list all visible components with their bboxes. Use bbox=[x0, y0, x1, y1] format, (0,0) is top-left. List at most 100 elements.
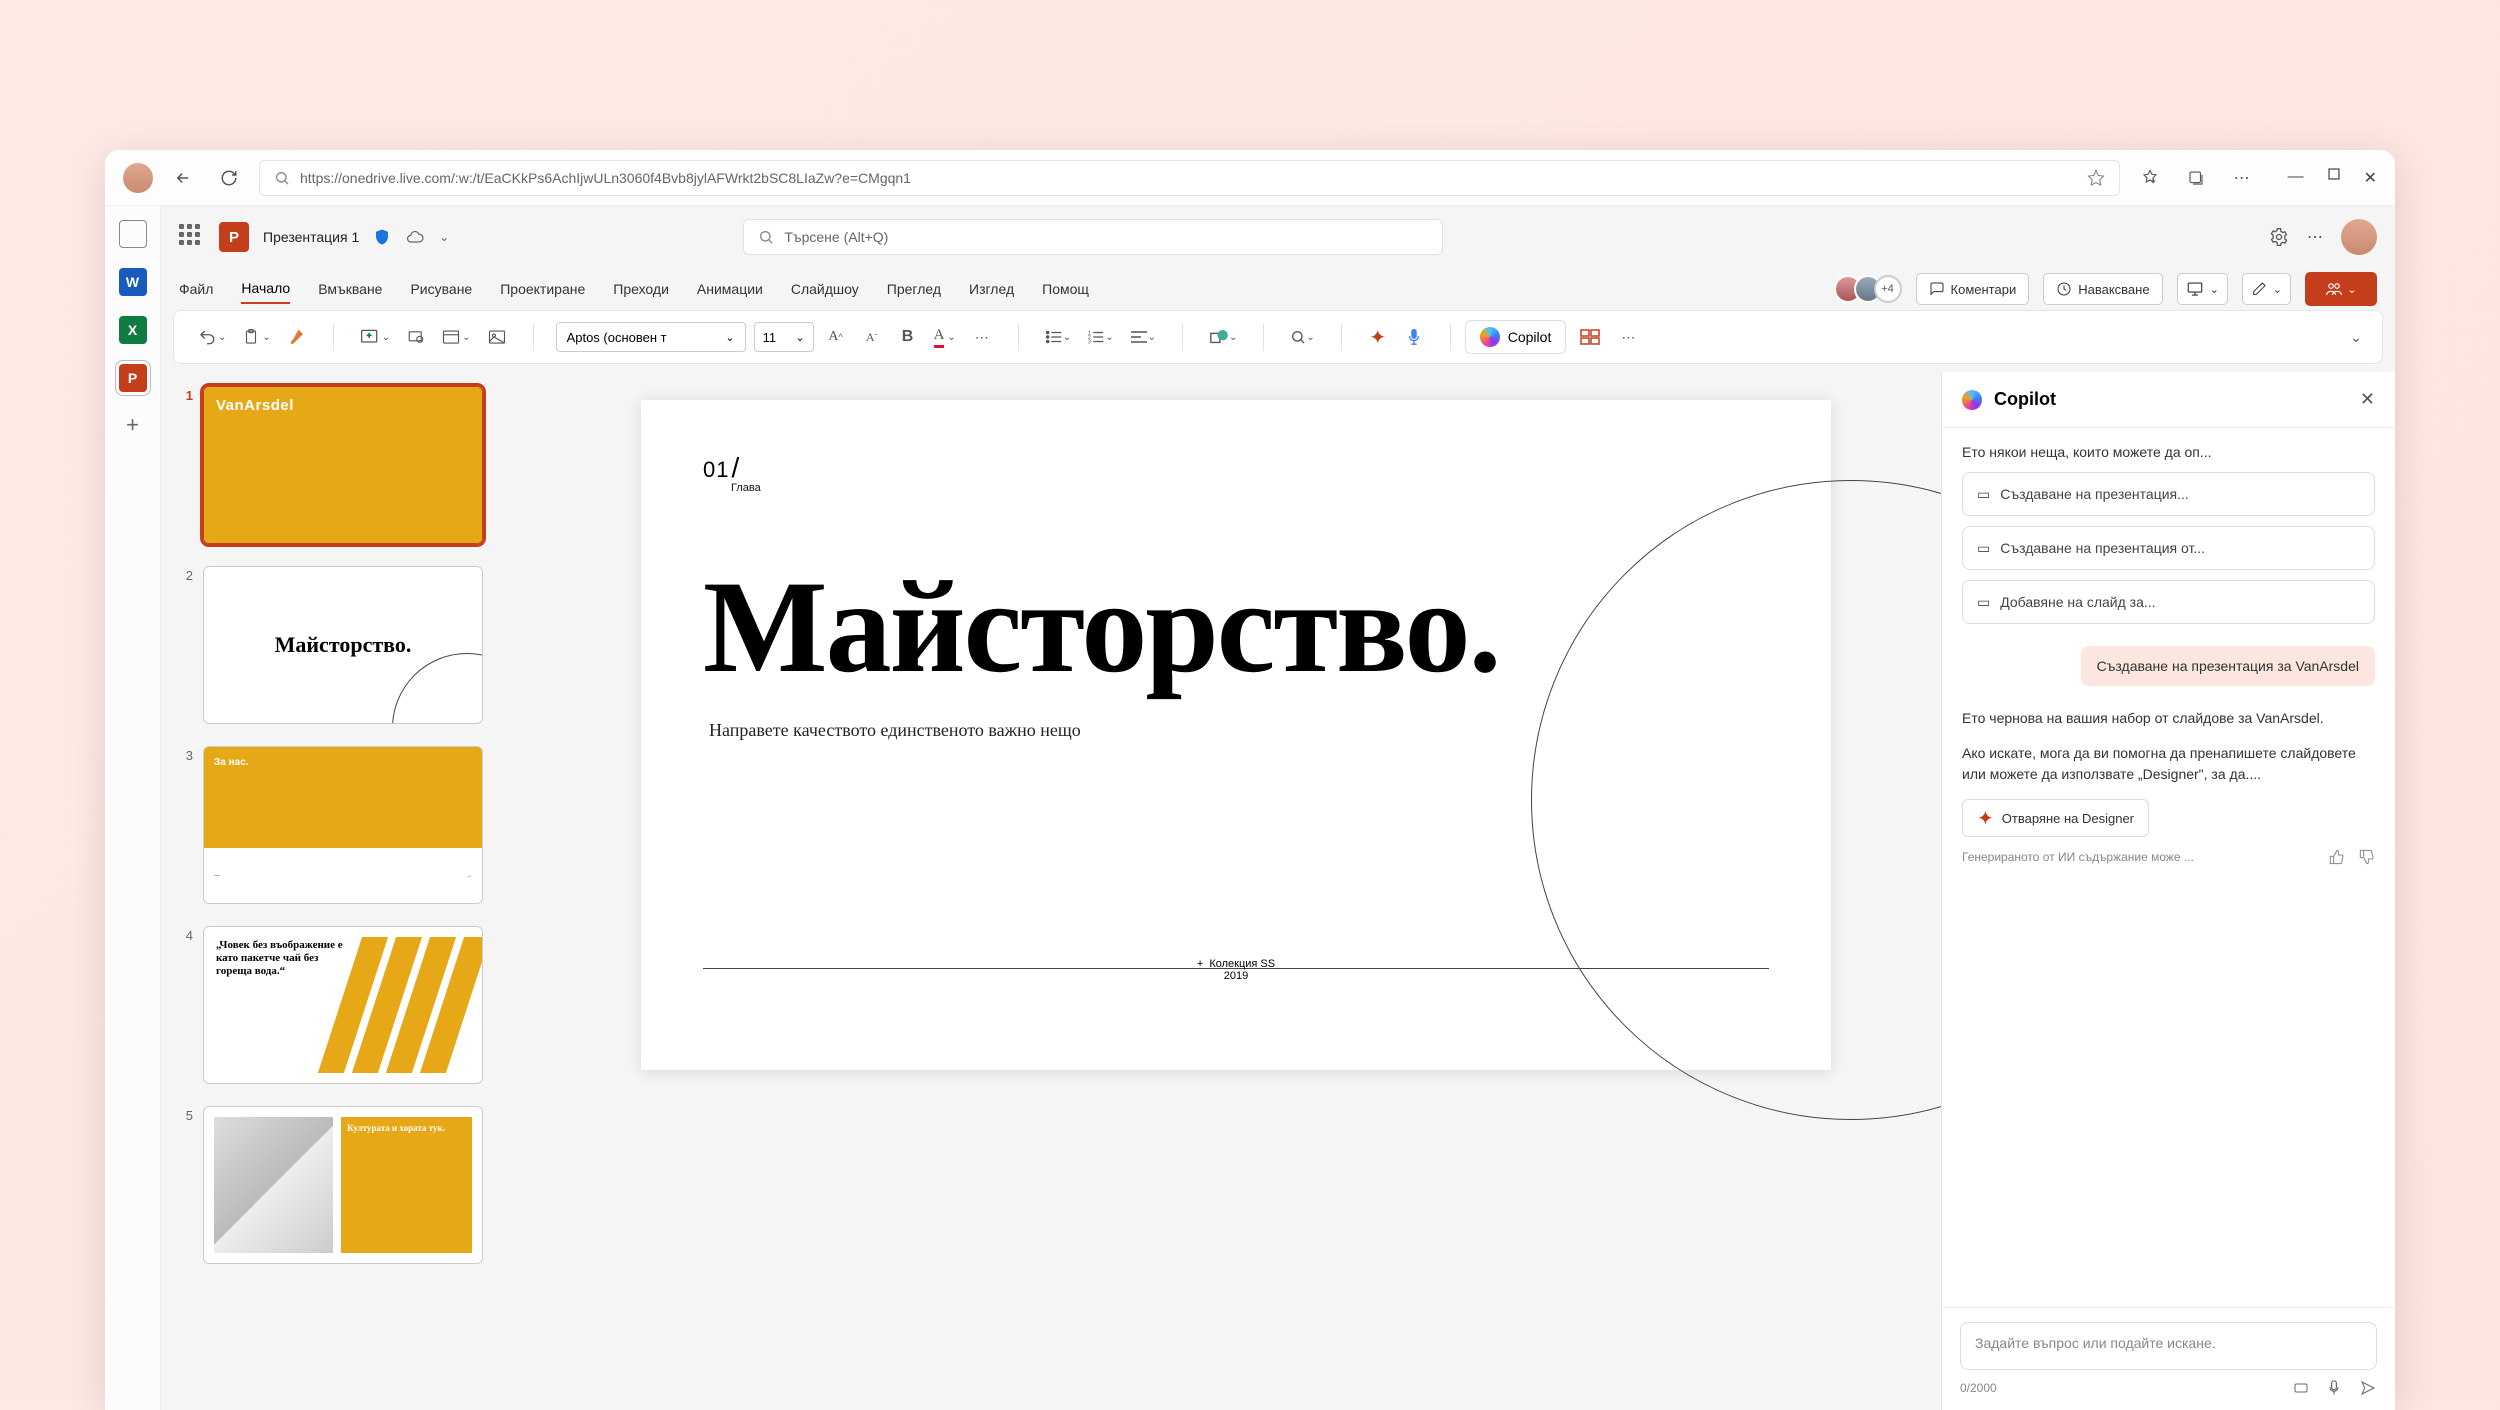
presentation-from-icon: ▭ bbox=[1977, 540, 1990, 557]
collections-icon[interactable] bbox=[2180, 162, 2212, 194]
copilot-ribbon-button[interactable]: Copilot bbox=[1465, 320, 1567, 354]
tab-insert[interactable]: Вмъкване bbox=[318, 275, 382, 303]
favorite-icon[interactable] bbox=[2087, 169, 2105, 187]
tab-file[interactable]: Файл bbox=[179, 275, 213, 303]
thumbs-down-button[interactable] bbox=[2359, 849, 2375, 865]
browser-more-icon[interactable]: ⋯ bbox=[2226, 162, 2258, 194]
tab-design[interactable]: Проектиране bbox=[500, 275, 585, 303]
cloud-sync-icon[interactable] bbox=[405, 227, 425, 247]
current-slide[interactable]: 01 Глава Майсторство. Направете качество… bbox=[641, 400, 1831, 1070]
copilot-suggestion-3[interactable]: ▭Добавяне на слайд за... bbox=[1962, 580, 2375, 624]
thumbnail-5[interactable]: Културата и хората тук. bbox=[203, 1106, 483, 1264]
paste-button[interactable]: ⌄ bbox=[238, 322, 274, 352]
thumbnail-2[interactable]: Майсторство. bbox=[203, 566, 483, 724]
layout-button[interactable]: ⌄ bbox=[438, 322, 474, 352]
copilot-suggestion-1[interactable]: ▭Създаване на презентация... bbox=[1962, 472, 2375, 516]
document-name[interactable]: Презентация 1 bbox=[263, 229, 359, 245]
increase-font-button[interactable]: A^ bbox=[822, 322, 850, 352]
back-button[interactable] bbox=[167, 162, 199, 194]
tab-view[interactable]: Изглед bbox=[969, 275, 1014, 303]
tab-review[interactable]: Преглед bbox=[887, 275, 941, 303]
copilot-response-1: Ето чернова на вашия набор от слайдове з… bbox=[1962, 708, 2375, 729]
numbering-button[interactable]: 123⌄ bbox=[1083, 322, 1117, 352]
slide-zoom-button[interactable] bbox=[402, 322, 430, 352]
minimize-button[interactable]: — bbox=[2288, 168, 2304, 188]
settings-gear-icon[interactable] bbox=[2269, 227, 2289, 247]
rail-powerpoint-icon[interactable]: P bbox=[119, 364, 147, 392]
editing-mode-button[interactable]: ⌄ bbox=[2242, 273, 2291, 305]
copilot-title: Copilot bbox=[1994, 389, 2348, 410]
present-button[interactable]: ⌄ bbox=[2177, 273, 2228, 305]
maximize-button[interactable] bbox=[2328, 168, 2340, 188]
favorites-star-icon[interactable] bbox=[2134, 162, 2166, 194]
powerpoint-logo: P bbox=[219, 222, 249, 252]
send-button[interactable] bbox=[2359, 1380, 2377, 1396]
presence-avatars[interactable]: +4 bbox=[1842, 275, 1902, 303]
thumbnail-3[interactable]: За нас.—→ bbox=[203, 746, 483, 904]
rail-home-icon[interactable] bbox=[119, 220, 147, 248]
svg-text:3: 3 bbox=[1088, 339, 1091, 345]
tab-transitions[interactable]: Преходи bbox=[613, 275, 669, 303]
font-color-button[interactable]: A⌄ bbox=[930, 322, 960, 352]
thumbs-up-button[interactable] bbox=[2329, 849, 2345, 865]
chevron-down-icon[interactable]: ⌄ bbox=[439, 230, 449, 244]
thumbnail-1[interactable]: VanArsdel bbox=[203, 386, 483, 544]
app-header: P Презентация 1 ⌄ Търсене (Alt+Q) ⋯ bbox=[161, 206, 2395, 268]
open-designer-button[interactable]: ✦Отваряне на Designer bbox=[1962, 799, 2149, 837]
rail-excel-icon[interactable]: X bbox=[119, 316, 147, 344]
address-bar[interactable]: https://onedrive.live.com/:w:/t/EaCKkPs6… bbox=[259, 160, 2120, 196]
rail-add-button[interactable]: + bbox=[126, 412, 139, 438]
shapes-button[interactable]: ⌄ bbox=[1205, 322, 1241, 352]
tab-home[interactable]: Начало bbox=[241, 274, 290, 304]
catchup-button[interactable]: Наваксване bbox=[2043, 273, 2162, 305]
app-launcher-icon[interactable] bbox=[179, 224, 205, 250]
dictate-button[interactable] bbox=[1400, 322, 1428, 352]
find-button[interactable]: ⌄ bbox=[1286, 322, 1318, 352]
header-more-icon[interactable]: ⋯ bbox=[2307, 227, 2323, 247]
undo-button[interactable]: ⌄ bbox=[194, 322, 230, 352]
share-button[interactable]: ⌄ bbox=[2305, 272, 2377, 306]
profile-avatar[interactable] bbox=[123, 163, 153, 193]
url-text: https://onedrive.live.com/:w:/t/EaCKkPs6… bbox=[300, 170, 2077, 186]
refresh-button[interactable] bbox=[213, 162, 245, 194]
collapse-ribbon-button[interactable]: ⌄ bbox=[2342, 322, 2370, 352]
search-box[interactable]: Търсене (Alt+Q) bbox=[743, 219, 1443, 255]
search-icon bbox=[758, 229, 774, 245]
ribbon-more-button[interactable]: ⋯ bbox=[1614, 322, 1642, 352]
comments-button[interactable]: Коментари bbox=[1916, 273, 2030, 305]
copilot-suggestion-2[interactable]: ▭Създаване на презентация от... bbox=[1962, 526, 2375, 570]
copilot-close-button[interactable]: ✕ bbox=[2360, 389, 2375, 410]
copilot-logo-icon bbox=[1962, 390, 1982, 410]
copilot-response-2: Ако искате, мога да ви помогна да пренап… bbox=[1962, 743, 2375, 785]
presentation-icon: ▭ bbox=[1977, 486, 1990, 503]
copilot-input[interactable]: Задайте въпрос или подайте искане. bbox=[1960, 1322, 2377, 1370]
tab-help[interactable]: Помощ bbox=[1042, 275, 1089, 303]
tab-slideshow[interactable]: Слайдшоу bbox=[791, 275, 859, 303]
new-slide-button[interactable]: ⌄ bbox=[356, 322, 394, 352]
tab-draw[interactable]: Рисуване bbox=[410, 275, 472, 303]
rail-word-icon[interactable]: W bbox=[119, 268, 147, 296]
bullets-button[interactable]: ⌄ bbox=[1041, 322, 1075, 352]
slide-title[interactable]: Майсторство. bbox=[703, 550, 1500, 703]
format-painter-button[interactable] bbox=[283, 322, 311, 352]
slide-thumbnails: 1 VanArsdel 2 Майсторство. 3 За нас.—→ 4… bbox=[161, 372, 531, 1410]
thumbnail-4[interactable]: „Човек без въображение е като пакетче ча… bbox=[203, 926, 483, 1084]
decrease-font-button[interactable]: Aˇ bbox=[858, 322, 886, 352]
sensitivity-shield-icon[interactable] bbox=[373, 228, 391, 246]
tab-animations[interactable]: Анимации bbox=[697, 275, 763, 303]
picture-button[interactable] bbox=[483, 322, 511, 352]
designer-grid-button[interactable] bbox=[1576, 322, 1604, 352]
font-size-selector[interactable]: 11⌄ bbox=[754, 322, 814, 352]
copilot-intro: Ето някои неща, които можете да оп... bbox=[1962, 444, 2375, 460]
card-icon[interactable] bbox=[2293, 1380, 2309, 1396]
align-button[interactable]: ⌄ bbox=[1126, 322, 1160, 352]
font-more-button[interactable]: ⋯ bbox=[968, 322, 996, 352]
slide-canvas[interactable]: 01 Глава Майсторство. Направете качество… bbox=[531, 372, 1941, 1410]
bold-button[interactable]: B bbox=[894, 322, 922, 352]
font-selector[interactable]: Aptos (основен т⌄ bbox=[556, 322, 746, 352]
close-button[interactable]: ✕ bbox=[2364, 168, 2377, 188]
designer-icon[interactable]: ✦ bbox=[1364, 322, 1392, 352]
mic-icon[interactable] bbox=[2327, 1380, 2341, 1396]
slide-subtitle[interactable]: Направете качеството единственото важно … bbox=[709, 720, 1081, 741]
user-avatar[interactable] bbox=[2341, 219, 2377, 255]
